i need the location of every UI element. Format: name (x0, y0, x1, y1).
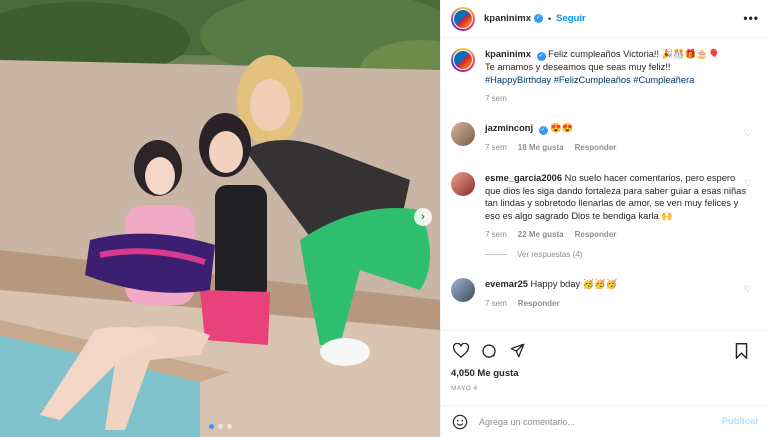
avatar[interactable] (451, 278, 475, 302)
post-side-panel: kpaninimx ✓ • Seguir ••• kpaninimx ✓ Fel… (440, 0, 768, 437)
comment-input[interactable] (479, 416, 709, 427)
avatar[interactable] (451, 6, 475, 31)
avatar[interactable] (451, 122, 475, 146)
verified-badge-icon: ✓ (536, 52, 546, 61)
verified-badge-icon: ✓ (534, 14, 543, 23)
reply-button[interactable]: Responder (518, 299, 560, 308)
post-header: kpaninimx ✓ • Seguir ••• (441, 0, 768, 38)
share-icon[interactable] (507, 341, 527, 361)
view-replies-label: Ver respuestas (4) (517, 250, 583, 259)
next-photo-button[interactable]: › (414, 208, 432, 226)
list-item: esme_garcia2006 No suelo hacer comentari… (451, 172, 759, 239)
caption-line-2: Te amamos y deseamos que seas muy feliz!… (485, 62, 671, 72)
view-replies-button[interactable]: Ver respuestas (4) (485, 250, 582, 259)
divider (485, 254, 507, 255)
bookmark-icon[interactable] (731, 341, 751, 361)
caption-line-1: Feliz cumpleaños Victoria!! 🎉🎊🎁🎂🎈 (548, 49, 720, 59)
caption-username[interactable]: kpaninimx (485, 49, 531, 59)
reply-button[interactable]: Responder (575, 230, 617, 239)
comment-time[interactable]: 7 sem (485, 143, 507, 152)
reply-button[interactable]: Responder (575, 143, 617, 152)
carousel-dot (217, 424, 223, 429)
carousel-indicator (0, 424, 440, 429)
heart-icon[interactable] (451, 341, 471, 361)
post-username[interactable]: kpaninimx (484, 13, 531, 24)
comment-text: 😍😍 (550, 123, 574, 133)
caption: kpaninimx ✓ Feliz cumpleaños Victoria!! … (451, 48, 759, 103)
comment-time[interactable]: 7 sem (485, 299, 507, 308)
like-comment-heart-icon[interactable]: ♡ (744, 128, 752, 139)
separator-dot: • (548, 13, 552, 24)
comment-likes[interactable]: 18 Me gusta (518, 143, 564, 152)
caption-time[interactable]: 7 sem (485, 94, 507, 103)
carousel-dot (208, 424, 214, 429)
verified-badge-icon: ✓ (538, 126, 548, 135)
post-photo[interactable]: › (0, 0, 440, 437)
follow-button[interactable]: Seguir (556, 13, 586, 24)
emoji-icon[interactable] (451, 413, 469, 431)
like-comment-heart-icon[interactable]: ♡ (744, 284, 752, 295)
photo-illustration (0, 0, 440, 437)
comment-text: Happy bday 🥳🥳🥳 (530, 279, 618, 289)
avatar[interactable] (451, 172, 475, 196)
post-date: MAYO 4 (451, 385, 478, 392)
avatar[interactable] (451, 48, 475, 72)
comment-composer: Publicar (441, 405, 768, 437)
comments-list: kpaninimx ✓ Feliz cumpleaños Victoria!! … (441, 38, 768, 330)
more-options-icon[interactable]: ••• (743, 11, 759, 25)
likes-count[interactable]: 4,050 Me gusta (451, 368, 519, 379)
carousel-dot (226, 424, 232, 429)
comment-username[interactable]: evemar25 (485, 279, 528, 289)
comment-likes[interactable]: 22 Me gusta (518, 230, 564, 239)
caption-hashtags[interactable]: #HappyBirthday #FelizCumpleaños #Cumplea… (485, 75, 694, 85)
post-actions-bar (441, 330, 768, 370)
list-item: evemar25 Happy bday 🥳🥳🥳 7 sem Responder … (451, 278, 759, 308)
comment-time[interactable]: 7 sem (485, 230, 507, 239)
like-comment-heart-icon[interactable]: ♡ (744, 178, 752, 189)
publish-button[interactable]: Publicar (722, 416, 760, 427)
list-item: jazminconj ✓ 😍😍 7 sem 18 Me gusta Respon… (451, 122, 759, 152)
comment-username[interactable]: jazminconj (485, 123, 533, 133)
comment-icon[interactable] (479, 341, 499, 361)
comment-username[interactable]: esme_garcia2006 (485, 173, 562, 183)
